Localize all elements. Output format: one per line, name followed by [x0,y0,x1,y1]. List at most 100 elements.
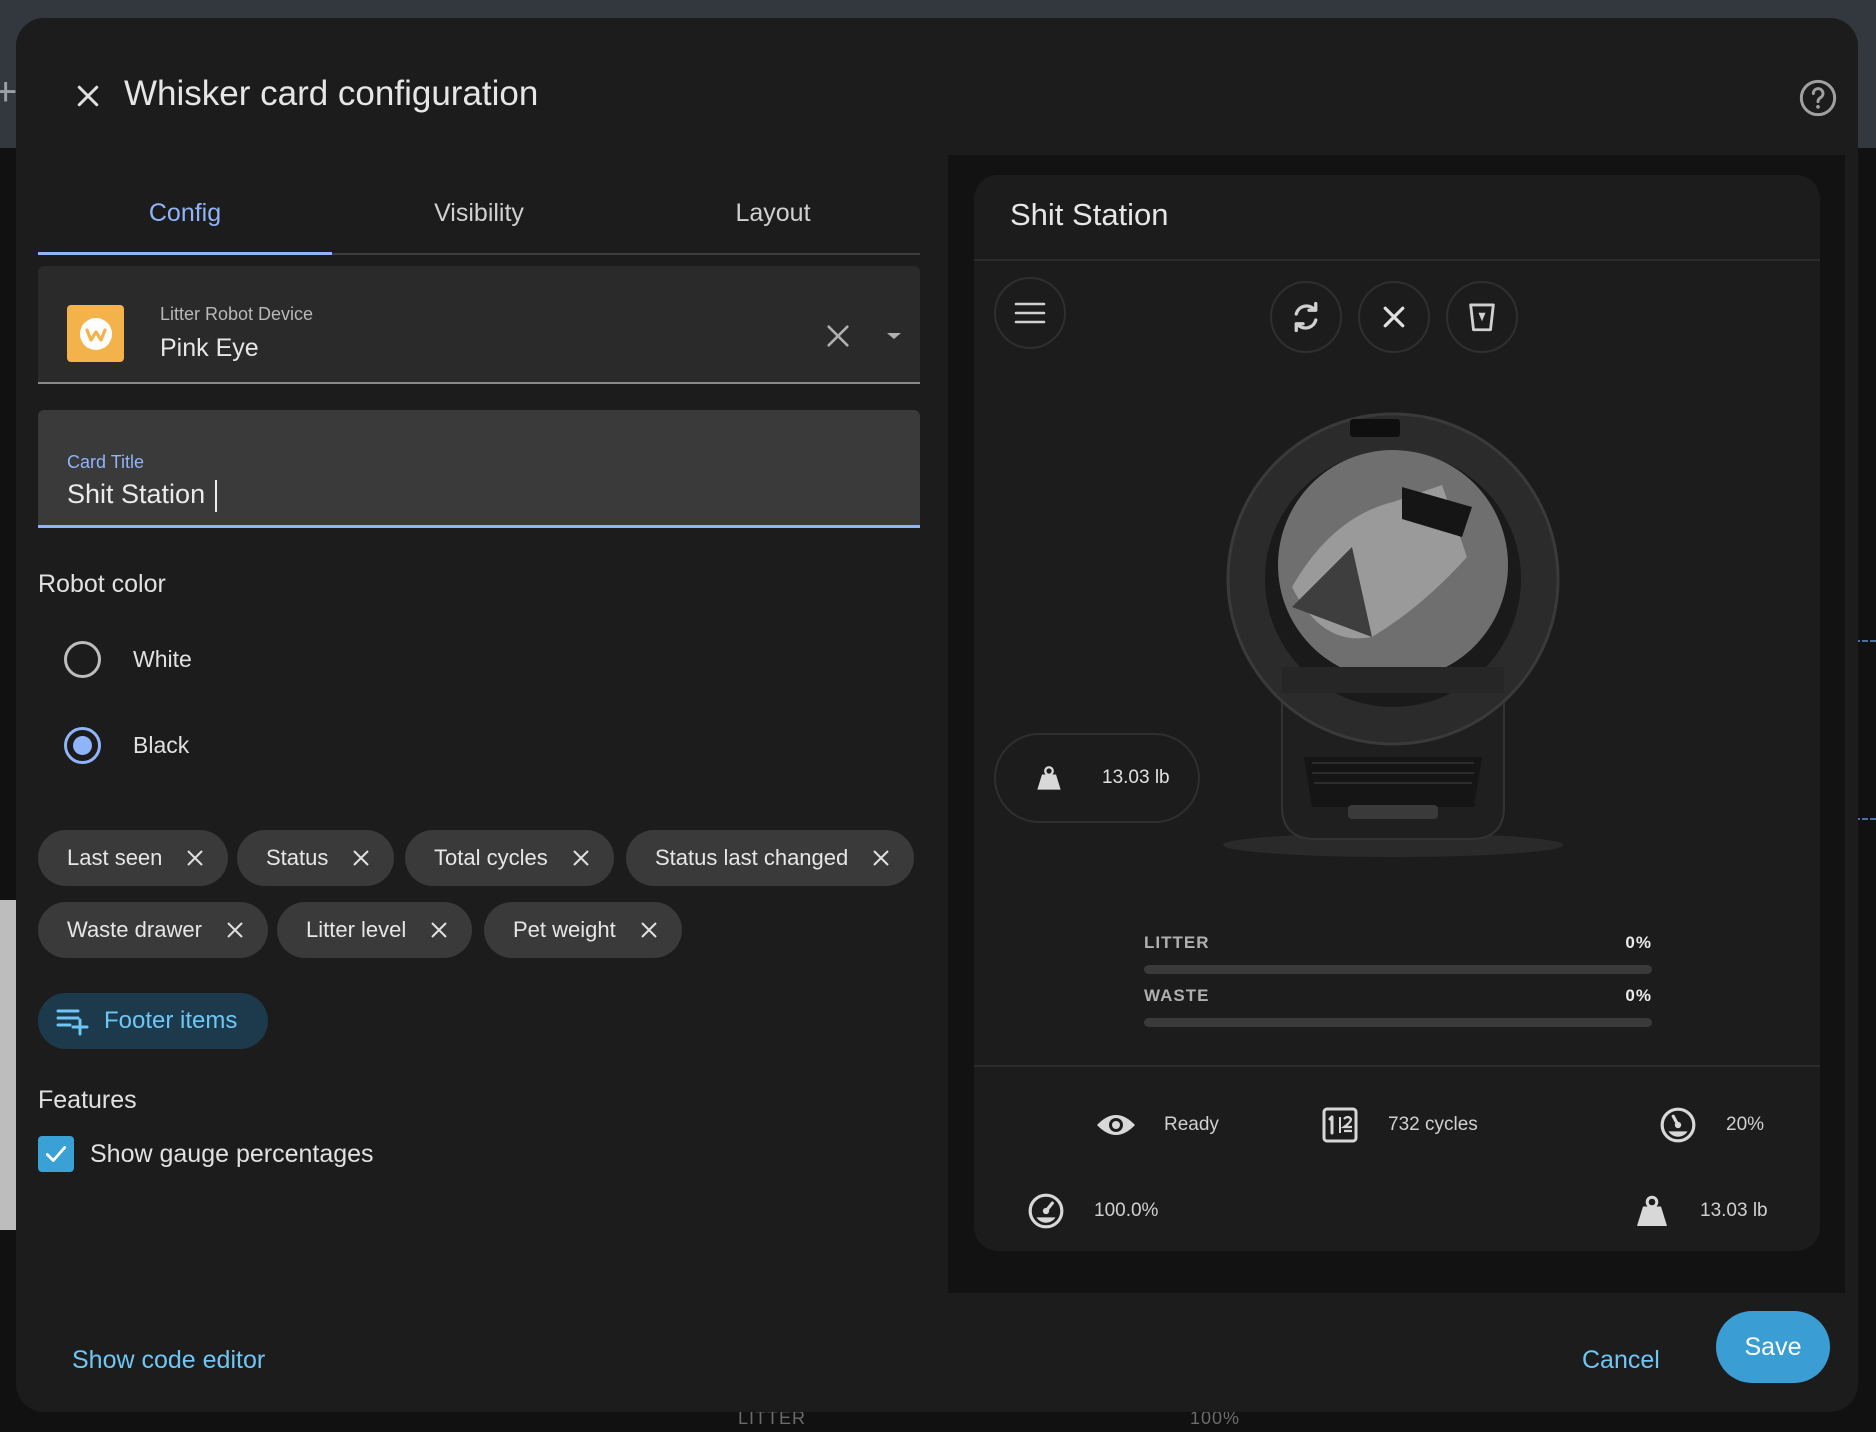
device-picker[interactable]: Litter Robot Device Pink Eye [38,266,920,384]
footer-items-label: Footer items [104,1007,238,1034]
radio-black-label: Black [133,731,190,758]
radio-white-label: White [133,645,192,672]
whisker-card-preview: Shit Station 13.03 lb LITTER 0% WASTE 0%… [974,175,1820,1251]
robot-color-label: Robot color [38,570,166,598]
footer-chip-last-seen: Last seen [38,830,229,886]
chip-label: Pet weight [513,917,616,942]
playlist-add-icon [56,1009,89,1036]
menu-icon [1014,302,1046,324]
remove-chip-button[interactable] [220,915,250,945]
tab-visibility[interactable]: Visibility [332,173,626,253]
remove-chip-button[interactable] [180,843,210,873]
tab-config[interactable]: Config [38,173,332,255]
close-icon [431,922,447,938]
footer-chip-status-last-changed: Status last changed [626,830,915,886]
card-preview-pane: Shit Station 13.03 lb LITTER 0% WASTE 0%… [948,155,1845,1293]
footer-chip-status: Status [237,830,395,886]
waste-gauge-label: WASTE [1144,986,1210,1005]
close-icon [873,850,889,866]
litter-robot-image [1223,412,1563,857]
pet-weight-value: 13.03 lb [1700,1200,1768,1221]
show-gauge-percentages-checkbox[interactable] [38,1136,74,1172]
pet-weight-pill-value: 13.03 lb [1102,767,1170,788]
radio-white[interactable] [64,640,101,678]
save-button[interactable]: Save [1716,1311,1830,1383]
waste-gauge-track [1144,1018,1652,1027]
waste-gauge-percent: 0% [1625,986,1652,1005]
footer-chip-waste-drawer: Waste drawer [38,902,268,958]
gauge-icon [1656,1103,1700,1147]
litter-gauge-track [1144,965,1652,974]
close-icon [77,85,99,107]
stop-button[interactable] [1358,281,1430,353]
card-title-label: Card Title [67,452,145,472]
empty-drawer-button[interactable] [1446,281,1518,353]
litter-level-stat: 100.0% [1024,1189,1158,1233]
device-picker-label: Litter Robot Device [160,304,314,324]
footer-chip-total-cycles: Total cycles [405,830,614,886]
help-button[interactable] [1782,62,1854,134]
footer-chip-litter-level: Litter level [277,902,473,958]
checkmark-icon [45,1146,67,1162]
litter-gauge-label: LITTER [1144,933,1210,952]
chip-label: Last seen [67,845,163,870]
close-icon [573,850,589,866]
close-icon [1383,306,1405,328]
show-gauge-percentages-option[interactable]: Show gauge percentages [38,1136,374,1172]
litter-gauge: LITTER 0% [1144,933,1652,974]
dropdown-arrow-icon [887,333,901,339]
counter-icon [1318,1103,1362,1147]
close-icon [187,850,204,866]
chip-label: Total cycles [434,845,548,870]
text-cursor [215,480,217,512]
show-code-editor-link[interactable]: Show code editor [72,1346,265,1375]
robot-color-white-option[interactable]: White [56,629,192,689]
dialog-title: Whisker card configuration [124,74,539,113]
eye-icon [1094,1103,1138,1147]
trash-can-icon [1469,303,1495,332]
cycles-value: 732 cycles [1388,1114,1478,1135]
weight-icon [1630,1189,1674,1233]
remove-chip-button[interactable] [866,843,896,873]
status-value: Ready [1164,1114,1219,1135]
card-config-dialog: Whisker card configuration Config Visibi… [16,18,1858,1412]
chip-label: Status last changed [655,845,849,870]
help-icon [1799,79,1837,117]
waste-gauge: WASTE 0% [1144,986,1652,1027]
close-icon [641,922,657,938]
waste-level-value: 20% [1726,1114,1765,1135]
remove-chip-button[interactable] [424,915,454,945]
config-tabs: Config Visibility Layout [38,173,920,255]
device-picker-value: Pink Eye [160,334,259,362]
features-label: Features [38,1086,137,1114]
pet-weight-pill: 13.03 lb [994,733,1200,823]
tab-layout[interactable]: Layout [626,173,920,253]
card-header-divider [974,259,1820,261]
litter-gauge-percent: 0% [1625,933,1652,952]
close-dialog-button[interactable] [52,60,124,132]
pet-weight-stat: 13.03 lb [1630,1189,1768,1233]
chip-label: Status [266,845,329,870]
refresh-icon [1294,301,1318,333]
remove-chip-button[interactable] [634,915,664,945]
device-dropdown-button[interactable] [876,318,912,354]
menu-button[interactable] [994,277,1066,349]
card-title-field[interactable]: Card Title [38,410,920,528]
whisker-logo-icon [67,305,124,362]
robot-color-black-option[interactable]: Black [56,715,189,775]
remove-chip-button[interactable] [566,843,596,873]
chip-label: Waste drawer [67,917,202,942]
card-title-input[interactable] [67,474,887,514]
remove-chip-button[interactable] [346,843,376,873]
footer-chip-pet-weight: Pet weight [484,902,682,958]
status-stat: Ready [1094,1103,1219,1147]
close-icon [227,922,243,938]
clear-device-button[interactable] [818,316,858,356]
clean-cycle-button[interactable] [1270,281,1342,353]
waste-level-stat: 20% [1656,1103,1764,1147]
show-gauge-percentages-label: Show gauge percentages [90,1139,374,1168]
cancel-button[interactable]: Cancel [1582,1346,1660,1375]
radio-black[interactable] [64,726,101,764]
chip-label: Litter level [306,917,407,942]
footer-items-button[interactable]: Footer items [38,993,268,1049]
